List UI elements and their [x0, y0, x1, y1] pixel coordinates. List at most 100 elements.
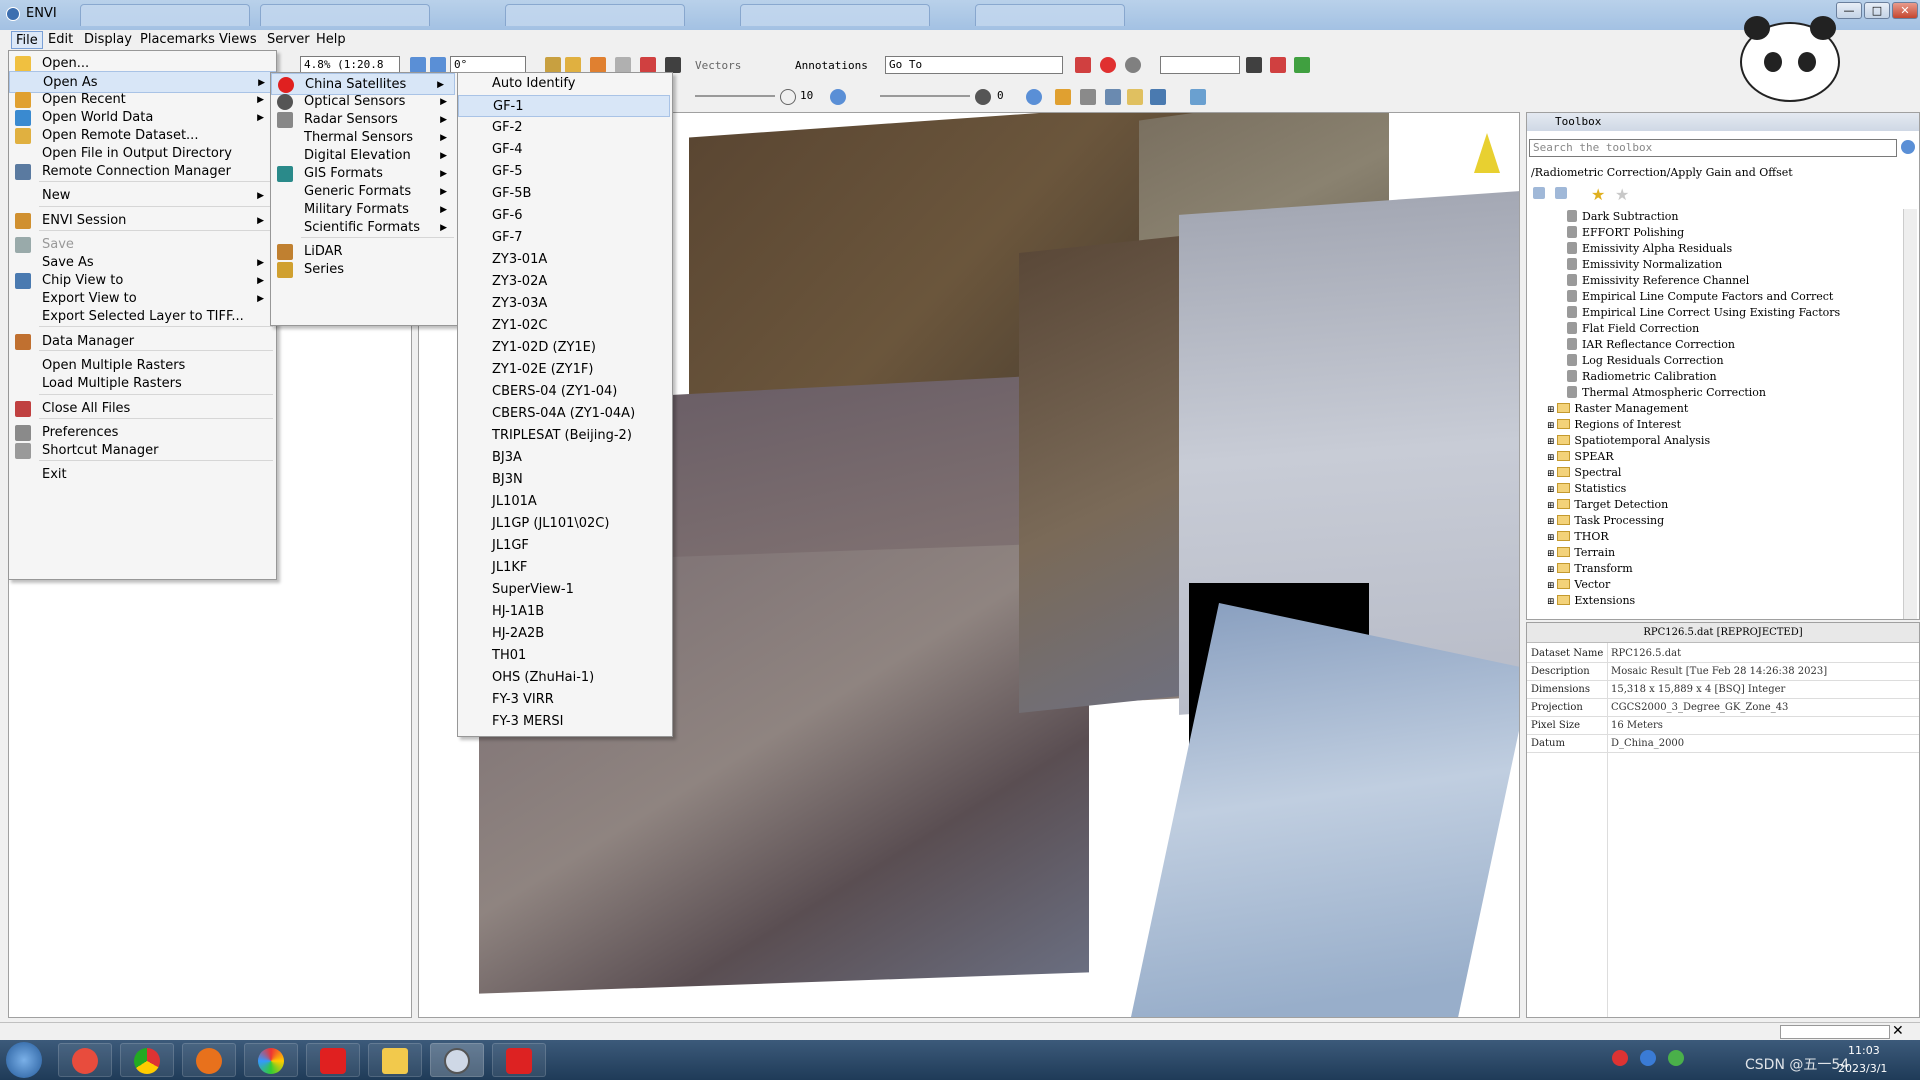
expand-icon[interactable]: ⊞: [1547, 485, 1557, 495]
china-satellite-item-gf-4[interactable]: GF-4: [458, 139, 670, 161]
china-satellite-item-zy3-02a[interactable]: ZY3-02A: [458, 271, 670, 293]
toolbox-tool-item[interactable]: Dark Subtraction: [1567, 209, 1679, 224]
crosshair-icon[interactable]: [590, 57, 606, 73]
favorite-star-icon[interactable]: ★: [1591, 185, 1605, 204]
toolbox-scrollbar[interactable]: [1903, 209, 1917, 619]
pixel-locator-icon[interactable]: [565, 57, 581, 73]
china-satellite-item-bj3n[interactable]: BJ3N: [458, 469, 670, 491]
search-input[interactable]: [1160, 56, 1240, 74]
expand-icon[interactable]: ⊞: [1547, 533, 1557, 543]
china-satellite-item-gf-2[interactable]: GF-2: [458, 117, 670, 139]
china-satellite-item-hj-1a1b[interactable]: HJ-1A1B: [458, 601, 670, 623]
china-satellite-item-zy1-02c[interactable]: ZY1-02C: [458, 315, 670, 337]
toolbox-tool-item[interactable]: IAR Reflectance Correction: [1567, 337, 1735, 352]
china-satellite-item-gf-6[interactable]: GF-6: [458, 205, 670, 227]
open-as-item-series[interactable]: Series: [271, 259, 457, 281]
toolbox-tool-item[interactable]: Emissivity Reference Channel: [1567, 273, 1749, 288]
china-satellite-item-fy-3-mersi[interactable]: FY-3 MERSI: [458, 711, 670, 733]
rotate-right-icon[interactable]: [430, 57, 446, 73]
china-satellite-item-jl1gp-jl101-02c[interactable]: JL1GP (JL101\02C): [458, 513, 670, 535]
goto-field[interactable]: Go To: [885, 56, 1063, 74]
rotate-left-icon[interactable]: [410, 57, 426, 73]
file-menu-item-shortcut-manager[interactable]: Shortcut Manager: [9, 440, 274, 462]
toolbox-tool-item[interactable]: Emissivity Alpha Residuals: [1567, 241, 1732, 256]
file-menu-item-close-all-files[interactable]: Close All Files: [9, 398, 274, 420]
toolbox-folder-statistics[interactable]: ⊞ Statistics: [1547, 481, 1626, 498]
toolbox-search-input[interactable]: Search the toolbox: [1529, 139, 1897, 157]
delete-icon[interactable]: [640, 57, 656, 73]
sharpen-slider[interactable]: [880, 95, 970, 97]
annotation-a-icon[interactable]: [1100, 57, 1116, 73]
china-satellite-item-fy-3-virr[interactable]: FY-3 VIRR: [458, 689, 670, 711]
taskbar-chrome[interactable]: [120, 1043, 174, 1077]
toolbox-folder-spear[interactable]: ⊞ SPEAR: [1547, 449, 1614, 466]
menu-file[interactable]: File: [11, 31, 43, 49]
toolbox-tool-item[interactable]: Log Residuals Correction: [1567, 353, 1724, 368]
china-satellite-item-th01[interactable]: TH01: [458, 645, 670, 667]
tray-icon[interactable]: [1612, 1050, 1628, 1066]
collapse-icon[interactable]: [1533, 187, 1545, 199]
china-satellite-item-triplesat-beijing-2[interactable]: TRIPLESAT (Beijing-2): [458, 425, 670, 447]
toolbox-folder-target-detection[interactable]: ⊞ Target Detection: [1547, 497, 1668, 514]
china-satellite-item-ohs-zhuhai-1[interactable]: OHS (ZhuHai-1): [458, 667, 670, 689]
chip-icon[interactable]: [1150, 89, 1166, 105]
china-satellite-item-gf-7[interactable]: GF-7: [458, 227, 670, 249]
cursor-value-icon[interactable]: [545, 57, 561, 73]
taskbar-wps[interactable]: [492, 1043, 546, 1077]
toolbox-folder-thor[interactable]: ⊞ THOR: [1547, 529, 1609, 546]
toolbox-tool-item[interactable]: Empirical Line Correct Using Existing Fa…: [1567, 305, 1840, 320]
toolbox-tool-item[interactable]: EFFORT Polishing: [1567, 225, 1684, 240]
expand-icon[interactable]: ⊞: [1547, 565, 1557, 575]
menu-server[interactable]: Server: [263, 31, 314, 49]
file-menu-item-new[interactable]: New ▶: [9, 185, 274, 207]
file-menu-item-export-selected-layer-to-tiff[interactable]: Export Selected Layer to TIFF...: [9, 306, 274, 328]
screen-icon[interactable]: [1190, 89, 1206, 105]
china-satellite-item-zy1-02e-zy1f[interactable]: ZY1-02E (ZY1F): [458, 359, 670, 381]
china-satellite-item-hj-2a2b[interactable]: HJ-2A2B: [458, 623, 670, 645]
expand-icon[interactable]: ⊞: [1547, 405, 1557, 415]
refresh-icon[interactable]: [1026, 89, 1042, 105]
file-menu-item-envi-session[interactable]: ENVI Session ▶: [9, 210, 274, 232]
china-satellite-item-jl101a[interactable]: JL101A: [458, 491, 670, 513]
annotations-button[interactable]: Annotations: [795, 58, 868, 74]
portal-icon[interactable]: [1127, 89, 1143, 105]
china-satellite-item-superview-1[interactable]: SuperView-1: [458, 579, 670, 601]
expand-icon[interactable]: ⊞: [1547, 501, 1557, 511]
file-menu-item-remote-connection-manager[interactable]: Remote Connection Manager: [9, 161, 274, 183]
expand-icon[interactable]: ⊞: [1547, 469, 1557, 479]
histogram-icon[interactable]: [1055, 89, 1071, 105]
expand-icon[interactable]: ⊞: [1547, 453, 1557, 463]
china-satellite-item-zy1-02d-zy1e[interactable]: ZY1-02D (ZY1E): [458, 337, 670, 359]
refresh-icon[interactable]: [1901, 140, 1915, 154]
search-icon[interactable]: [1125, 57, 1141, 73]
china-satellite-item-gf-1[interactable]: GF-1: [458, 95, 670, 117]
expand-icon[interactable]: ⊞: [1547, 597, 1557, 607]
china-satellite-item-cbers-04-zy1-04[interactable]: CBERS-04 (ZY1-04): [458, 381, 670, 403]
geolink-icon[interactable]: [1075, 57, 1091, 73]
view-layout-icon[interactable]: [1105, 89, 1121, 105]
image-icon[interactable]: [1080, 89, 1096, 105]
vectors-button[interactable]: Vectors: [695, 58, 741, 74]
save-icon[interactable]: [1246, 57, 1262, 73]
toolbox-folder-vector[interactable]: ⊞ Vector: [1547, 577, 1610, 594]
refresh-icon[interactable]: [830, 89, 846, 105]
menu-placemarks[interactable]: Placemarks: [136, 31, 219, 49]
layer-icon[interactable]: [1294, 57, 1310, 73]
grid-icon[interactable]: [665, 57, 681, 73]
expand-icon[interactable]: ⊞: [1547, 549, 1557, 559]
toolbox-tool-item[interactable]: Thermal Atmospheric Correction: [1567, 385, 1766, 400]
sharpen-value[interactable]: 0: [994, 88, 1022, 106]
expand-icon[interactable]: ⊞: [1547, 581, 1557, 591]
china-satellite-item-auto-identify[interactable]: Auto Identify: [458, 73, 670, 95]
toolbox-folder-spatiotemporal-analysis[interactable]: ⊞ Spatiotemporal Analysis: [1547, 433, 1710, 450]
expand-icon[interactable]: [1555, 187, 1567, 199]
taskbar-app[interactable]: [244, 1043, 298, 1077]
taskbar-explorer[interactable]: [368, 1043, 422, 1077]
toolbox-folder-extensions[interactable]: ⊞ Extensions: [1547, 593, 1635, 610]
menu-views[interactable]: Views: [215, 31, 261, 49]
expand-icon[interactable]: ⊞: [1547, 517, 1557, 527]
china-satellite-item-jl1kf[interactable]: JL1KF: [458, 557, 670, 579]
toolbox-folder-transform[interactable]: ⊞ Transform: [1547, 561, 1633, 578]
close-button[interactable]: ✕: [1892, 2, 1918, 19]
cancel-icon[interactable]: ✕: [1892, 1023, 1904, 1039]
